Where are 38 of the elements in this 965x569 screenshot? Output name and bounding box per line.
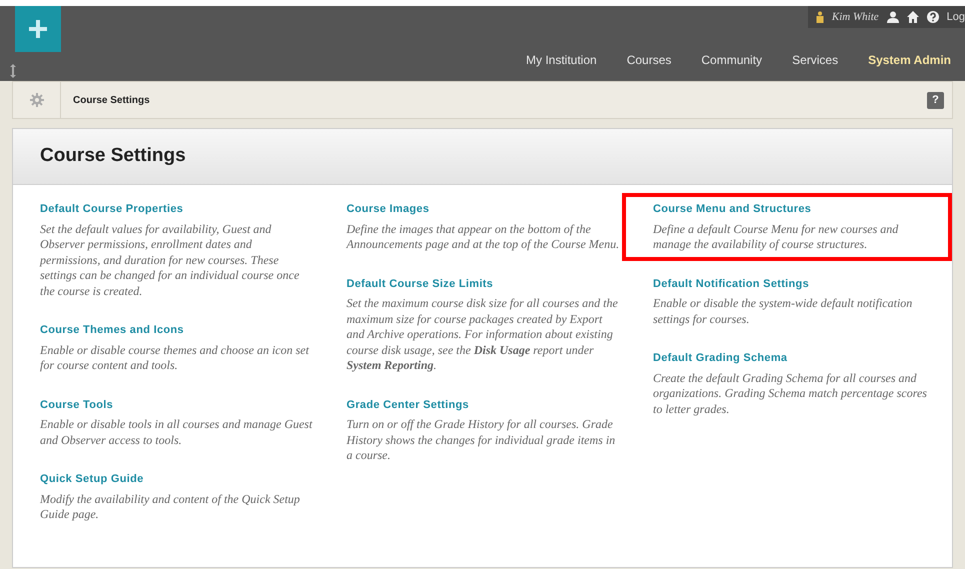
breadcrumb-item[interactable]: Course Settings [73, 92, 150, 108]
home-icon[interactable] [906, 11, 919, 23]
setting-description: Set the maximum course disk size for all courses and the maximum size for course packages created by Export and Archive operations. For information about existing course disk usage, see the Disk Usage report under System Reporting. [346, 296, 619, 374]
setting-link[interactable]: Grade Center Settings [346, 396, 469, 413]
setting-description: Define a default Course Menu for new courses and manage the availability of course structures. [653, 222, 900, 252]
setting-description: Create the default Grading Schema for all courses and organizations. Grading Schema match percentage scores to letter grades. [653, 370, 928, 417]
setting-link[interactable]: Quick Setup Guide [40, 471, 144, 488]
setting-link[interactable]: Default Course Properties [40, 201, 184, 218]
move-handle-icon[interactable] [8, 64, 18, 78]
nav-tab[interactable]: System Admin [868, 51, 951, 69]
setting-link[interactable]: Course Images [346, 201, 430, 218]
setting-description: Enable or disable the system-wide default notification settings for courses. [653, 296, 914, 327]
setting-description: Modify the availability and content of the Quick Setup Guide page. [40, 492, 301, 522]
setting-link[interactable]: Default Notification Settings [653, 276, 809, 292]
person-icon[interactable] [886, 11, 899, 23]
logout-link[interactable]: Log [946, 8, 965, 26]
setting-description: Set the default values for availability, Guest and Observer permissions, enrollment dates and permissions, and duration for new courses. These settings can be changed for an individual course once the course is created. [40, 222, 300, 299]
user-name[interactable]: Kim White [832, 8, 879, 26]
setting-description: Enable or disable tools in all courses and manage Guest and Observer access to tools. [40, 417, 314, 448]
nav-tab[interactable]: Community [701, 51, 762, 69]
help-icon[interactable] [926, 11, 939, 23]
add-tab[interactable] [15, 6, 61, 52]
page-title: Course Settings [40, 144, 186, 168]
user-lock-icon [816, 11, 824, 23]
help-button[interactable]: ? [927, 92, 944, 108]
setting-link[interactable]: Default Grading Schema [653, 350, 788, 366]
setting-link[interactable]: Course Menu and Structures [653, 201, 812, 218]
nav-tab[interactable]: Services [792, 51, 838, 69]
setting-description: Define the images that appear on the bottom of the Announcements page and at the top of the Course Menu. [346, 222, 620, 252]
setting-link[interactable]: Course Tools [40, 396, 114, 413]
nav-tab[interactable]: Courses [626, 51, 672, 69]
setting-link[interactable]: Default Course Size Limits [346, 276, 494, 292]
setting-link[interactable]: Course Themes and Icons [40, 322, 184, 338]
plus-icon [29, 20, 47, 38]
setting-description: Turn on or off the Grade History for all courses. Grade History shows the changes for individual grade items in a course. [346, 417, 616, 464]
setting-description: Enable or disable course themes and choose an icon set for course content and tools. [40, 342, 310, 374]
nav-tab[interactable]: My Institution [526, 51, 597, 69]
gear-icon [30, 93, 44, 107]
